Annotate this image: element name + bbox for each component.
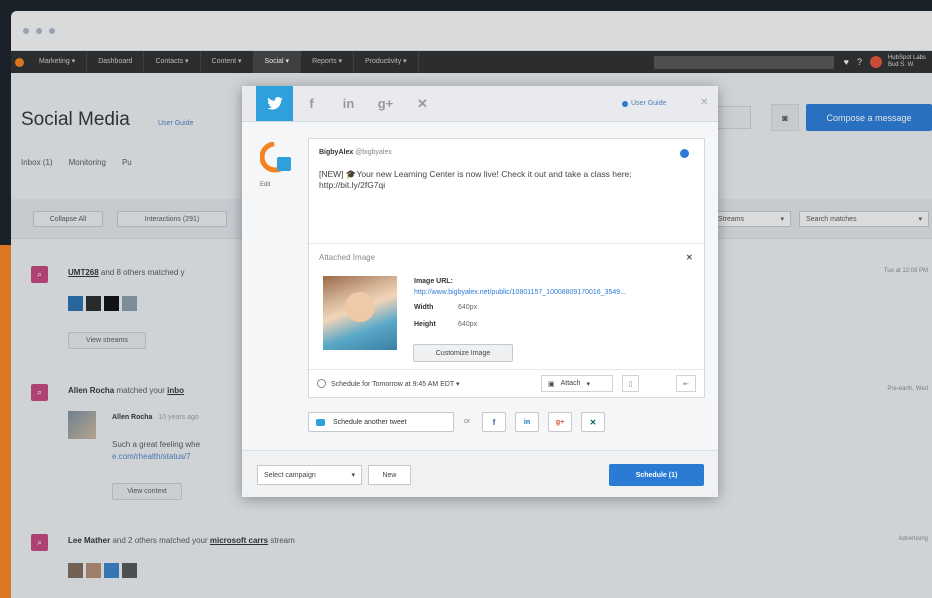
width-value: 640px bbox=[458, 304, 478, 311]
account-at: @bigbyalex bbox=[355, 149, 392, 156]
close-icon[interactable]: ✕ bbox=[700, 97, 708, 108]
collapse-icon[interactable]: ⇤ bbox=[676, 375, 696, 392]
googleplus-tab-icon[interactable]: g+ bbox=[367, 86, 404, 121]
attached-image-panel: Attached Image ✕ Image URL: http://www.b… bbox=[309, 243, 704, 369]
info-icon[interactable] bbox=[680, 149, 689, 158]
attach-icon: ▣ bbox=[548, 380, 555, 388]
account-handle: BigbyAlex @bigbyalex bbox=[319, 149, 392, 156]
image-subject bbox=[345, 292, 375, 322]
compose-modal: f in g+ ✕ User Guide ✕ Edit BigbyAlex @b… bbox=[242, 86, 718, 497]
width-key: Width bbox=[414, 304, 434, 311]
facebook-icon[interactable]: f bbox=[482, 412, 506, 432]
twitter-tab-icon[interactable] bbox=[256, 86, 293, 121]
height-value: 640px bbox=[458, 321, 478, 328]
new-campaign-button[interactable]: New bbox=[368, 465, 411, 485]
height-key: Height bbox=[414, 321, 436, 328]
campaign-select[interactable]: Select campaign ▾ bbox=[257, 465, 362, 485]
image-url-label: Image URL: bbox=[414, 278, 458, 285]
image-url-link[interactable]: http://www.bigbyalex.net/public/10801157… bbox=[414, 289, 626, 296]
attached-image-title: Attached Image bbox=[319, 253, 376, 262]
profile-edit-label[interactable]: Edit bbox=[260, 182, 270, 188]
image-width: Width 640px bbox=[414, 304, 477, 311]
googleplus-icon[interactable]: g+ bbox=[548, 412, 572, 432]
info-icon bbox=[622, 100, 628, 107]
schedule-another-tweet-button[interactable]: Schedule another tweet bbox=[308, 412, 454, 432]
image-url-key: Image URL: bbox=[414, 278, 453, 285]
customize-image-button[interactable]: Customize Image bbox=[413, 344, 513, 362]
schedule-time-select[interactable]: Schedule for Tomorrow at 9:45 AM EDT ▾ bbox=[331, 380, 460, 388]
schedule-row: Schedule for Tomorrow at 9:45 AM EDT ▾ ▣… bbox=[309, 369, 704, 397]
chevron-down-icon: ▾ bbox=[351, 472, 355, 479]
campaign-select-value: Select campaign bbox=[264, 471, 316, 479]
or-label: or bbox=[464, 418, 471, 425]
linkedin-tab-icon[interactable]: in bbox=[330, 86, 367, 121]
account-name: BigbyAlex bbox=[319, 149, 354, 156]
trash-icon[interactable]: ▯ bbox=[622, 375, 639, 392]
image-height: Height 640px bbox=[414, 321, 477, 328]
facebook-tab-icon[interactable]: f bbox=[293, 86, 330, 121]
twitter-icon bbox=[316, 418, 325, 426]
tweet-textarea[interactable]: [NEW] 🎓Your new Learning Center is now l… bbox=[319, 169, 679, 191]
attach-button[interactable]: ▣ Attach ▾ bbox=[541, 375, 613, 392]
xing-tab-icon[interactable]: ✕ bbox=[404, 86, 441, 121]
user-guide-label: User Guide bbox=[631, 100, 667, 107]
attach-label: Attach bbox=[560, 380, 581, 387]
remove-image-icon[interactable]: ✕ bbox=[686, 253, 693, 262]
schedule-button[interactable]: Schedule (1) bbox=[609, 464, 704, 486]
chevron-down-icon: ▾ bbox=[586, 380, 590, 388]
twitter-icon bbox=[266, 97, 283, 110]
clock-icon bbox=[317, 379, 326, 388]
linkedin-icon[interactable]: in bbox=[515, 412, 539, 432]
modal-footer: Select campaign ▾ New Schedule (1) bbox=[242, 450, 718, 497]
xing-icon[interactable]: ✕ bbox=[581, 412, 605, 432]
profile-logo-icon[interactable] bbox=[260, 142, 294, 176]
modal-user-guide-link[interactable]: User Guide bbox=[622, 100, 666, 107]
tweet-composer: BigbyAlex @bigbyalex [NEW] 🎓Your new Lea… bbox=[308, 138, 705, 398]
schedule-another-label: Schedule another tweet bbox=[333, 418, 407, 426]
attached-image-thumbnail bbox=[323, 276, 397, 350]
